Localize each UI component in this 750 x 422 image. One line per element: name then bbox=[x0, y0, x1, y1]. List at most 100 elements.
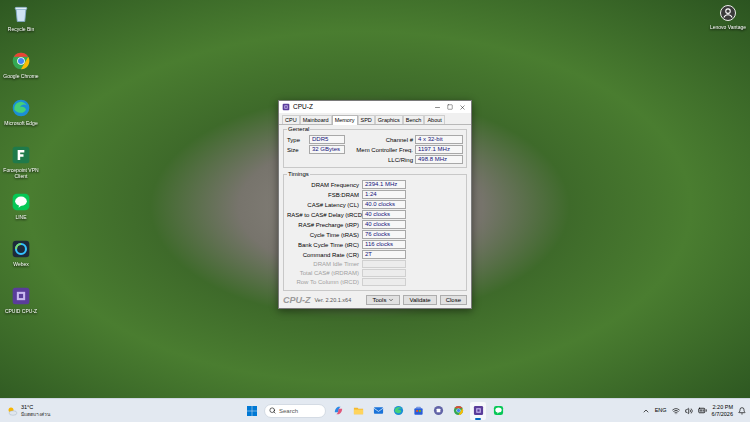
timing-value bbox=[362, 260, 406, 268]
windows-logo-icon bbox=[246, 405, 258, 417]
chrome-icon bbox=[453, 405, 464, 416]
field-label: Size bbox=[287, 146, 307, 154]
tab[interactable]: CPU bbox=[282, 115, 300, 124]
tab[interactable]: About bbox=[424, 115, 444, 124]
taskbar-app[interactable] bbox=[470, 402, 486, 420]
timing-label: Bank Cycle Time (tRC) bbox=[287, 241, 359, 249]
desktop-icon[interactable]: Webex bbox=[2, 237, 40, 281]
webex-icon bbox=[11, 239, 31, 259]
desktop-icon-label: Lenovo Vantage bbox=[710, 24, 746, 30]
timing-label: Cycle Time (tRAS) bbox=[287, 231, 359, 239]
cpu-z-window[interactable]: CPU-ZCPUMainboardMemorySPDGraphicsBenchA… bbox=[278, 100, 472, 309]
footer-button[interactable]: Validate bbox=[403, 295, 436, 305]
desktop-icon[interactable]: Google Chrome bbox=[2, 49, 40, 93]
taskbar-app[interactable] bbox=[330, 402, 346, 420]
vpn-icon bbox=[11, 145, 31, 165]
cpu-z-logo: CPU-Z bbox=[283, 295, 311, 305]
tab-bar: CPUMainboardMemorySPDGraphicsBenchAbout bbox=[279, 113, 471, 125]
timing-label: Row To Column (tRCD) bbox=[287, 278, 359, 286]
tab[interactable]: Graphics bbox=[375, 115, 403, 124]
desktop-icon-label: CPUID CPU-Z bbox=[5, 308, 37, 314]
taskbar-app[interactable] bbox=[370, 402, 386, 420]
field-label: Mem Controller Freq. bbox=[347, 146, 413, 154]
desktop-icon-label: Webex bbox=[13, 261, 28, 267]
desktop-icon[interactable]: CPUID CPU-Z bbox=[2, 284, 40, 328]
cpu-z-icon bbox=[11, 286, 31, 306]
timing-value: 40.0 clocks bbox=[362, 200, 406, 209]
teams-icon bbox=[433, 405, 444, 416]
cpu-z-icon bbox=[282, 103, 290, 111]
tools-dropdown[interactable]: Tools bbox=[366, 295, 400, 305]
wifi-icon[interactable] bbox=[672, 407, 680, 415]
desktop-icon[interactable]: Recycle Bin bbox=[2, 2, 40, 46]
group-title: Timings bbox=[287, 171, 310, 178]
tab[interactable]: Memory bbox=[332, 115, 358, 125]
dropdown-arrow-icon bbox=[388, 297, 394, 303]
minimize-icon[interactable] bbox=[434, 104, 441, 111]
start-button[interactable] bbox=[244, 402, 260, 420]
desktop-icon[interactable]: Forcepoint VPN Client bbox=[2, 143, 40, 187]
field-value: DDR5 bbox=[309, 135, 345, 144]
battery-icon[interactable] bbox=[698, 406, 707, 415]
tab[interactable]: SPD bbox=[358, 115, 375, 124]
search-placeholder: Search bbox=[279, 407, 298, 415]
close-icon[interactable] bbox=[459, 104, 466, 111]
edge-icon bbox=[393, 405, 404, 416]
field-value: 1197.1 MHz bbox=[415, 145, 463, 154]
partly-sunny-icon bbox=[6, 405, 18, 417]
recycle-bin-icon bbox=[11, 4, 31, 24]
weather-widget[interactable]: 31°Cมีแดดบางส่วน bbox=[0, 404, 244, 417]
volume-icon[interactable] bbox=[685, 407, 693, 415]
search-icon bbox=[269, 407, 276, 414]
taskbar-app[interactable] bbox=[450, 402, 466, 420]
timing-label: Total CAS# (tRDRAM) bbox=[287, 269, 359, 277]
footer: CPU-Z Ver. 2.20.1.x64 ToolsValidate Close bbox=[279, 294, 471, 308]
taskbar-app[interactable] bbox=[410, 402, 426, 420]
desktop-icon[interactable]: LINE bbox=[2, 190, 40, 234]
timing-label: DRAM Frequency bbox=[287, 181, 359, 189]
weather-condition: มีแดดบางส่วน bbox=[21, 411, 50, 417]
field-label: LLC/Ring bbox=[347, 156, 413, 164]
version: Ver. 2.20.1.x64 bbox=[315, 297, 352, 304]
cpu-z-icon bbox=[473, 405, 484, 416]
timing-value bbox=[362, 278, 406, 286]
footer-button[interactable]: Close bbox=[440, 295, 467, 305]
desktop-icon-label: Forcepoint VPN Client bbox=[2, 167, 40, 179]
chrome-icon bbox=[11, 51, 31, 71]
group-title: General bbox=[287, 126, 310, 133]
taskbar-center: Search bbox=[244, 402, 506, 420]
title-bar[interactable]: CPU-Z bbox=[279, 101, 471, 113]
timing-label: CAS# Latency (CL) bbox=[287, 201, 359, 209]
general-group: GeneralTypeDDR5Channel #4 x 32-bitSize32… bbox=[283, 129, 467, 168]
field-value: 4 x 32-bit bbox=[415, 135, 463, 144]
store-icon bbox=[413, 405, 424, 416]
system-tray: ENG 2:20 PM6/7/2026 bbox=[506, 404, 750, 418]
timing-value: 76 clocks bbox=[362, 230, 406, 239]
taskbar-app[interactable] bbox=[430, 402, 446, 420]
tab[interactable]: Bench bbox=[403, 115, 425, 124]
search-box[interactable]: Search bbox=[264, 404, 326, 418]
desktop-screen: Recycle BinGoogle ChromeMicrosoft Edge Fo… bbox=[0, 0, 750, 422]
timing-label: RAS# Precharge (tRP) bbox=[287, 221, 359, 229]
desktop-icon[interactable]: Microsoft Edge bbox=[2, 96, 40, 140]
taskbar: 31°Cมีแดดบางส่วน Search ENG 2:20 PM6/7/2026 bbox=[0, 398, 750, 422]
edge-icon bbox=[11, 98, 31, 118]
timing-label: Command Rate (CR) bbox=[287, 251, 359, 259]
timing-label: DRAM Idle Timer bbox=[287, 260, 359, 268]
maximize-icon[interactable] bbox=[447, 104, 453, 110]
desktop-icon[interactable]: Lenovo Vantage bbox=[708, 2, 748, 46]
clock[interactable]: 2:20 PM6/7/2026 bbox=[712, 404, 733, 418]
taskbar-app[interactable] bbox=[350, 402, 366, 420]
show-hidden-icon[interactable] bbox=[642, 407, 650, 415]
tab[interactable]: Mainboard bbox=[300, 115, 332, 124]
taskbar-app[interactable] bbox=[490, 402, 506, 420]
taskbar-app[interactable] bbox=[390, 402, 406, 420]
notification-bell-icon[interactable] bbox=[738, 407, 746, 415]
file-explorer-icon bbox=[353, 405, 364, 416]
language-indicator[interactable]: ENG bbox=[655, 407, 667, 414]
timing-value: 1:24 bbox=[362, 190, 406, 199]
timing-value: 40 clocks bbox=[362, 210, 406, 219]
date: 6/7/2026 bbox=[712, 411, 733, 418]
wallpaper-photo: Recycle BinGoogle ChromeMicrosoft Edge Fo… bbox=[0, 0, 750, 398]
mail-icon bbox=[373, 405, 384, 416]
